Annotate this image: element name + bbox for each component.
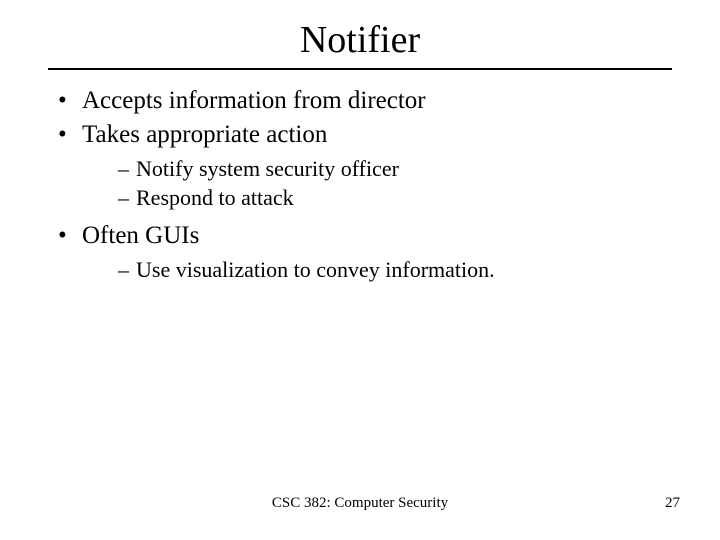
bullet-item: Takes appropriate action Notify system s… [48, 118, 672, 213]
sub-bullet-text: Notify system security officer [136, 156, 399, 181]
slide-footer: CSC 382: Computer Security 27 [0, 495, 720, 512]
title-divider [48, 68, 672, 70]
sub-bullet-item: Use visualization to convey information. [118, 255, 672, 285]
sub-bullet-text: Respond to attack [136, 185, 294, 210]
bullet-item: Accepts information from director [48, 84, 672, 118]
bullet-text: Accepts information from director [82, 87, 426, 114]
sub-bullet-list: Use visualization to convey information. [82, 255, 672, 285]
slide-title: Notifier [48, 18, 672, 62]
sub-bullet-text: Use visualization to convey information. [136, 257, 495, 282]
bullet-item: Often GUIs Use visualization to convey i… [48, 219, 672, 284]
bullet-text: Takes appropriate action [82, 121, 327, 148]
sub-bullet-item: Respond to attack [118, 183, 672, 213]
bullet-text: Often GUIs [82, 222, 199, 249]
bullet-list: Accepts information from director Takes … [48, 84, 672, 284]
sub-bullet-item: Notify system security officer [118, 154, 672, 184]
slide: Notifier Accepts information from direct… [0, 0, 720, 540]
sub-bullet-list: Notify system security officer Respond t… [82, 154, 672, 213]
slide-content: Accepts information from director Takes … [48, 84, 672, 284]
footer-course: CSC 382: Computer Security [0, 495, 720, 512]
footer-page-number: 27 [665, 495, 680, 512]
